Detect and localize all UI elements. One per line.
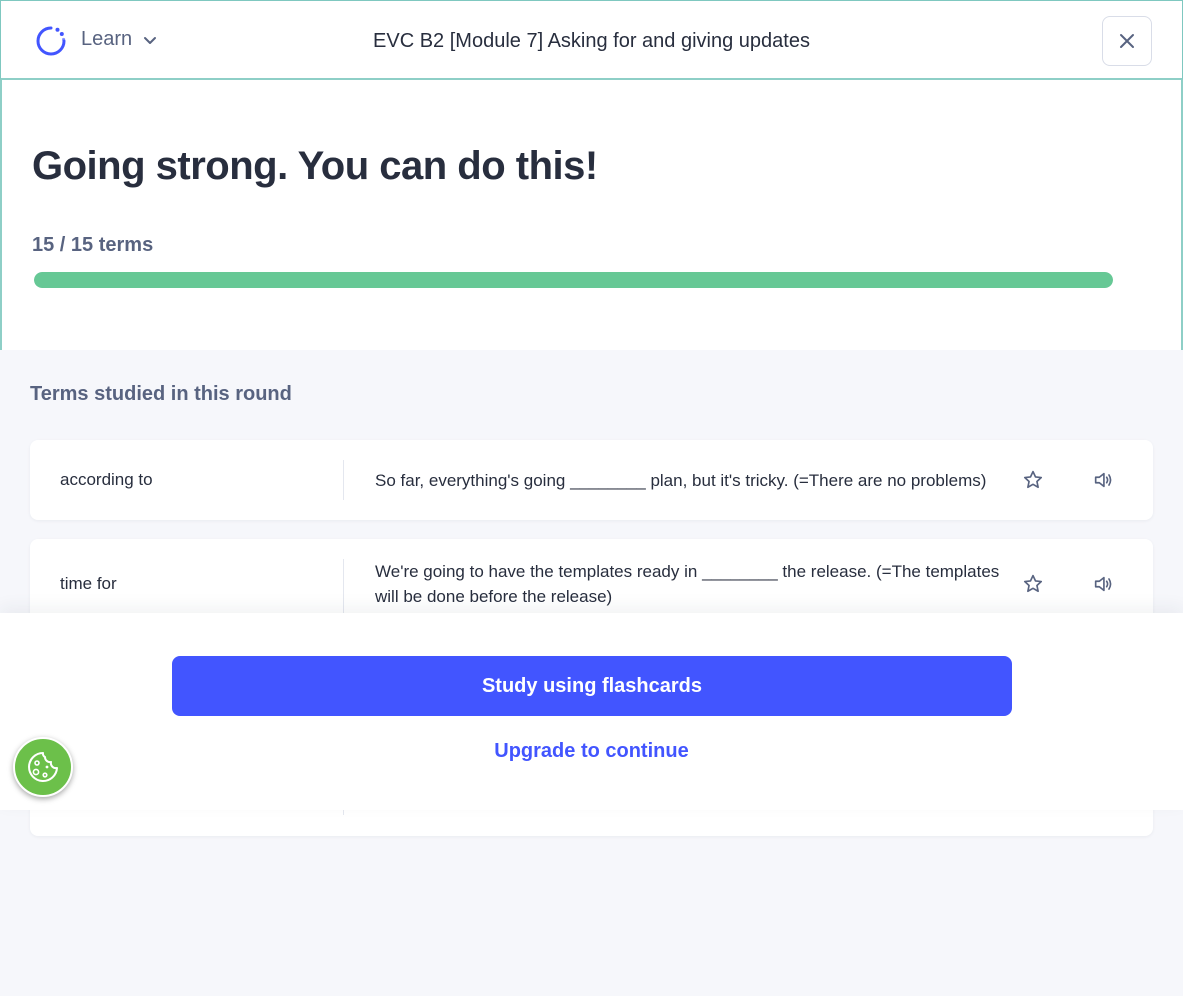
top-bar: Learn EVC B2 [Module 7] Asking for and g… [0, 0, 1183, 80]
progress-bar [34, 272, 1113, 288]
speaker-icon[interactable] [1092, 573, 1114, 595]
progress-summary: Going strong. You can do this! 15 / 15 t… [0, 80, 1183, 350]
close-button[interactable] [1102, 16, 1152, 66]
progress-bar-fill [34, 272, 1113, 288]
section-heading: Terms studied in this round [30, 383, 292, 405]
term-row: according to So far, everything's going … [30, 440, 1153, 520]
progress-count: 15 / 15 terms [32, 234, 154, 256]
speaker-icon[interactable] [1092, 469, 1114, 491]
term-definition: So far, everything's going ________ plan… [375, 471, 987, 490]
action-panel: Study using flashcards Upgrade to contin… [0, 613, 1183, 810]
upgrade-link[interactable]: Upgrade to continue [0, 740, 1183, 763]
term-word: according to [60, 470, 153, 489]
term-definition: We're going to have the templates ready … [375, 562, 1000, 606]
study-flashcards-button[interactable]: Study using flashcards [172, 656, 1012, 716]
term-word: time for [60, 574, 117, 593]
divider [343, 460, 344, 500]
set-title: EVC B2 [Module 7] Asking for and giving … [373, 30, 810, 52]
cookie-icon [28, 752, 58, 782]
cookie-settings-button[interactable] [13, 737, 73, 797]
page-title: Going strong. You can do this! [32, 144, 598, 188]
close-icon [1120, 34, 1134, 48]
star-icon[interactable] [1022, 573, 1044, 595]
star-icon[interactable] [1022, 469, 1044, 491]
